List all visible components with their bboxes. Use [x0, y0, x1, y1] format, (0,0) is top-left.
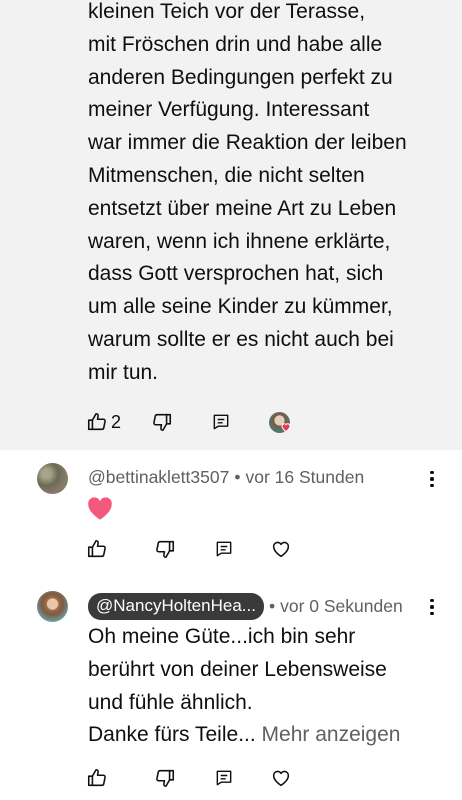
- reply-button[interactable]: [211, 410, 231, 434]
- heart-button[interactable]: [270, 537, 292, 561]
- thumb-up-icon: [86, 411, 108, 433]
- comment-line: entsetzt über meine Art zu Leben: [88, 196, 397, 220]
- comment-body: kleinen Teich vor der Terasse, mit Frösc…: [88, 0, 448, 390]
- reply-icon: [211, 412, 231, 432]
- heart-outline-icon: [270, 538, 292, 560]
- more-options-button[interactable]: [424, 467, 440, 491]
- like-button[interactable]: [86, 766, 108, 790]
- comment-actions: [86, 766, 292, 790]
- comment-line: war immer die Reaktion der leiben: [88, 131, 407, 155]
- comment-time: vor 0 Sekunden: [280, 596, 403, 616]
- comment-line: waren, wenn ich ihnene erklärte,: [88, 229, 391, 253]
- dislike-button[interactable]: [151, 410, 173, 434]
- heart-outline-icon: [270, 767, 292, 789]
- like-count: 2: [111, 411, 122, 432]
- comment-line-last: Danke fürs Teile... Mehr anzeigen: [88, 719, 438, 752]
- dislike-button[interactable]: [154, 766, 176, 790]
- thumb-up-icon: [86, 767, 108, 789]
- avatar[interactable]: [37, 463, 68, 494]
- creator-heart: [266, 410, 292, 434]
- thumb-down-icon: [154, 767, 176, 789]
- comment-line: meiner Verfügung. Interessant: [88, 98, 370, 122]
- comment-time: vor 16 Stunden: [245, 467, 365, 487]
- reply-icon: [214, 539, 234, 559]
- meta-separator: •: [234, 467, 241, 487]
- reply-button[interactable]: [214, 537, 234, 561]
- highlighted-comment: kleinen Teich vor der Terasse, mit Frösc…: [0, 0, 462, 450]
- comment-line: mit Fröschen drin und habe alle: [88, 32, 383, 56]
- more-options-button[interactable]: [424, 595, 440, 619]
- thumb-down-icon: [154, 538, 176, 560]
- comment-line: um alle seine Kinder zu kümmer,: [88, 295, 393, 319]
- comment-line: und fühle ähnlich.: [88, 690, 253, 714]
- comment-line: kleinen Teich vor der Terasse,: [88, 0, 366, 23]
- show-more-link[interactable]: Mehr anzeigen: [262, 723, 401, 746]
- comment-author[interactable]: @bettinaklett3507: [88, 467, 229, 488]
- comment-line: warum sollte er es nicht auch bei: [88, 327, 394, 351]
- reply-button[interactable]: [214, 766, 234, 790]
- comment-line: berührt von deiner Lebensweise: [88, 657, 387, 681]
- comment-line: anderen Bedingungen perfekt zu: [88, 65, 393, 89]
- creator-heart-icon: [280, 421, 292, 433]
- comment-meta: @NancyHoltenHea... • vor 0 Sekunden: [88, 593, 403, 620]
- comment-body: [86, 495, 114, 526]
- comment-actions: 2: [86, 410, 292, 434]
- comment-meta: @bettinaklett3507 • vor 16 Stunden: [88, 467, 364, 488]
- reply-icon: [214, 768, 234, 788]
- comment-truncated-text: Danke fürs Teile...: [88, 723, 256, 747]
- heart-button[interactable]: [270, 766, 292, 790]
- avatar[interactable]: [37, 591, 68, 622]
- thumb-down-icon: [151, 411, 173, 433]
- meta-separator: •: [268, 596, 276, 616]
- comment-line: mir tun.: [88, 360, 159, 384]
- like-button[interactable]: [86, 537, 108, 561]
- comment-line: Mitmenschen, die nicht selten: [88, 163, 365, 187]
- like-button[interactable]: 2: [86, 410, 121, 434]
- comment-author[interactable]: @NancyHoltenHea...: [88, 593, 264, 620]
- dislike-button[interactable]: [154, 537, 176, 561]
- heart-emoji-icon: [88, 497, 112, 520]
- thumb-up-icon: [86, 538, 108, 560]
- comment-line: dass Gott versprochen hat, sich: [88, 262, 384, 286]
- comment-body: Oh meine Güte...ich bin sehr berührt von…: [88, 621, 438, 752]
- comment-actions: [86, 537, 292, 561]
- comment-line: Oh meine Güte...ich bin sehr: [88, 625, 356, 648]
